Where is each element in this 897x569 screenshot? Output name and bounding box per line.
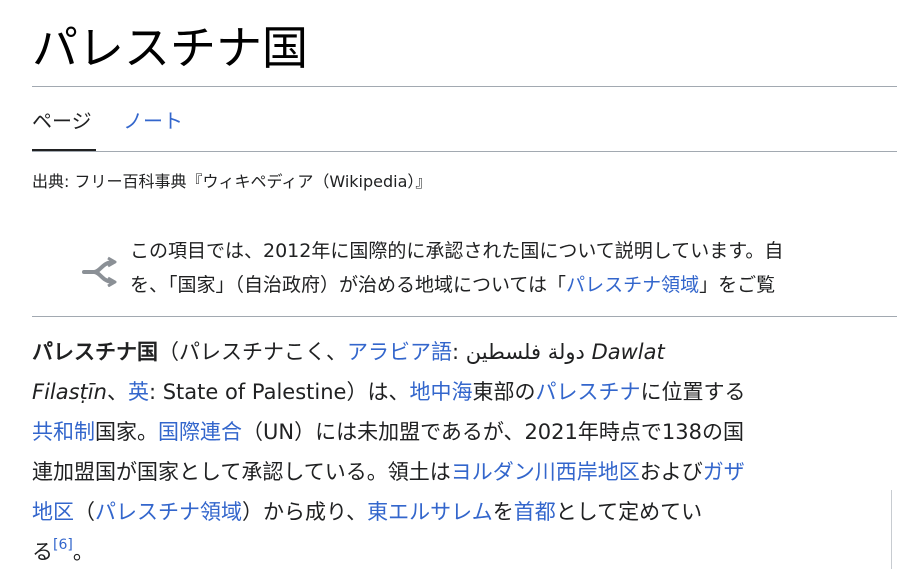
transliteration-part2: Filasṭīn xyxy=(32,380,107,404)
link-united-nations[interactable]: 国際連合 xyxy=(158,420,242,444)
hatnote-text-segment: 」をご覧 xyxy=(699,274,776,296)
hatnote: この項目では、2012年に国際的に承認された国について説明しています。自 を、「… xyxy=(32,232,897,300)
text-segment: 。 xyxy=(72,540,94,564)
link-west-bank[interactable]: ヨルダン川西岸地区 xyxy=(451,460,640,484)
text-segment: （UN）には未加盟であるが、2021年時点で138の国 xyxy=(242,420,744,444)
text-segment: 国家。 xyxy=(95,420,158,444)
text-segment: および xyxy=(639,460,703,484)
hatnote-text: この項目では、2012年に国際的に承認された国について説明しています。自 を、「… xyxy=(130,234,897,302)
link-palestinian-territories[interactable]: パレスチナ領域 xyxy=(566,274,699,296)
link-capital[interactable]: 首都 xyxy=(514,500,556,524)
text-segment: を xyxy=(492,500,514,524)
tab-talk[interactable]: ノート xyxy=(123,104,183,138)
link-mediterranean[interactable]: 地中海 xyxy=(409,380,472,404)
text-segment: （ xyxy=(74,500,95,524)
link-palestine-region[interactable]: パレスチナ xyxy=(535,380,640,404)
page-title: パレスチナ国 xyxy=(32,21,308,75)
lead-line: 地区（パレスチナ領域）から成り、東エルサレムを首都として定めてい xyxy=(32,492,897,532)
link-gaza-strip[interactable]: ガザ xyxy=(703,460,745,484)
lead-line: る[6]。 xyxy=(32,532,897,569)
hatnote-text-segment: を、「国家」（自治政府）が治める地域については「 xyxy=(130,274,567,296)
hatnote-divider xyxy=(32,316,897,317)
link-english-language[interactable]: 英 xyxy=(128,380,149,404)
text-segment: ）から成り、 xyxy=(242,500,368,524)
text-segment: （パレスチナこく、 xyxy=(158,340,347,364)
text-segment: として定めてい xyxy=(555,500,703,524)
tab-page[interactable]: ページ xyxy=(32,104,92,138)
lead-paragraph: パレスチナ国（パレスチナこく、アラビア語: دولة فلسطين Dawlat… xyxy=(32,332,897,569)
transliteration-part1: Dawlat xyxy=(591,340,665,364)
reference-link[interactable]: [6] xyxy=(53,537,73,553)
hatnote-line: を、「国家」（自治政府）が治める地域については「パレスチナ領域」をご覧 xyxy=(130,268,897,302)
text-segment: : xyxy=(452,340,466,364)
link-gaza-strip[interactable]: 地区 xyxy=(32,500,74,524)
text-segment: : State of Palestine）は、 xyxy=(148,380,410,404)
text-segment: 東部の xyxy=(472,380,536,404)
infobox-edge xyxy=(891,490,892,569)
disambiguation-arrow-icon xyxy=(82,256,117,287)
lead-line: 連加盟国が国家として承認している。領土はヨルダン川西岸地区およびガザ xyxy=(32,452,897,492)
site-subtitle: 出典: フリー百科事典『ウィキペディア（Wikipedia）』 xyxy=(32,172,432,191)
link-republic[interactable]: 共和制 xyxy=(32,420,95,444)
text-segment: に位置する xyxy=(640,380,746,404)
article-subject: パレスチナ国 xyxy=(32,340,158,364)
lead-line: パレスチナ国（パレスチナこく、アラビア語: دولة فلسطين Dawlat xyxy=(32,332,897,372)
lead-line: 共和制国家。国際連合（UN）には未加盟であるが、2021年時点で138の国 xyxy=(32,412,897,452)
text-segment: 連加盟国が国家として承認している。領土は xyxy=(32,460,451,484)
article-page: パレスチナ国 ページ ノート 出典: フリー百科事典『ウィキペディア（Wikip… xyxy=(0,0,897,569)
hatnote-line: この項目では、2012年に国際的に承認された国について説明しています。自 xyxy=(130,240,784,262)
link-east-jerusalem[interactable]: 東エルサレム xyxy=(367,500,493,524)
arabic-name: دولة فلسطين xyxy=(465,340,585,364)
text-segment: る xyxy=(32,540,53,564)
link-arabic-language[interactable]: アラビア語 xyxy=(347,340,452,364)
text-segment: 、 xyxy=(106,380,128,404)
tabs-divider xyxy=(32,151,897,152)
text-segment xyxy=(585,340,592,364)
link-palestinian-territories[interactable]: パレスチナ領域 xyxy=(95,500,242,524)
lead-line: Filasṭīn、英: State of Palestine）は、地中海東部のパ… xyxy=(32,372,897,412)
title-divider xyxy=(32,86,897,87)
